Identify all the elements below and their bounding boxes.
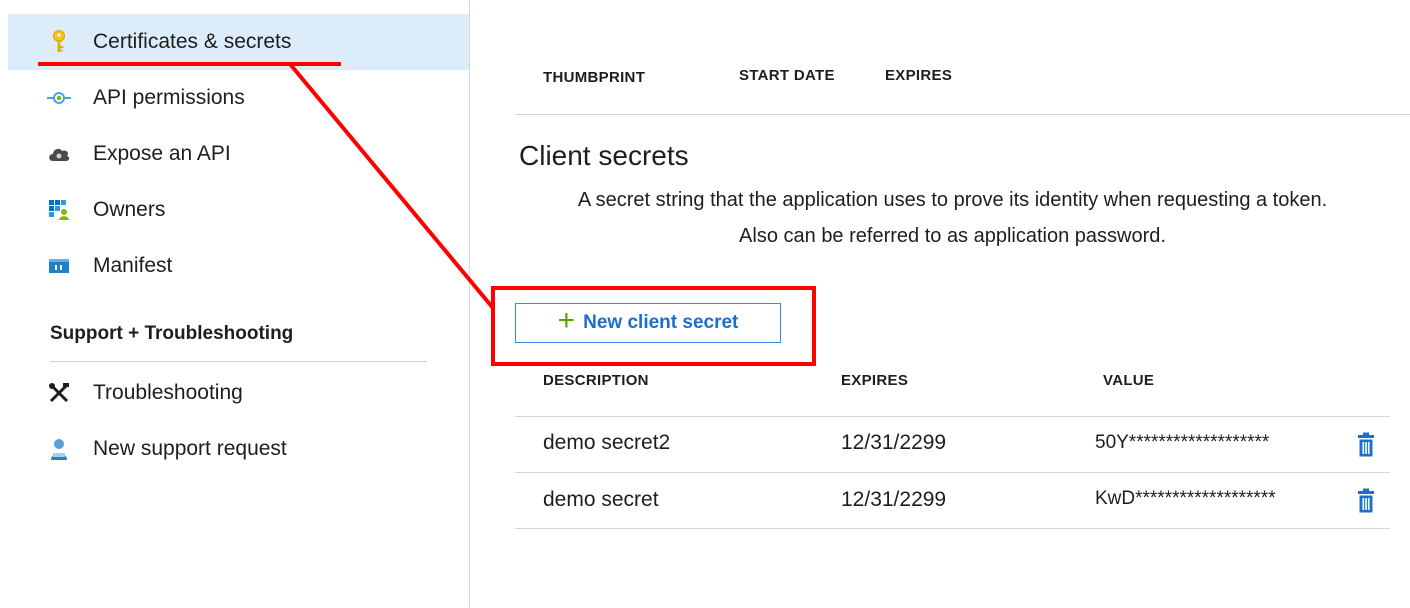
divider: [515, 114, 1410, 115]
secret-value: KwD*******************: [1095, 488, 1276, 509]
sidebar-item-troubleshooting[interactable]: Troubleshooting: [8, 365, 470, 421]
sidebar-item-owners[interactable]: Owners: [8, 182, 470, 238]
section-title: Client secrets: [519, 140, 689, 171]
secret-value: 50Y*******************: [1095, 432, 1270, 453]
manifest-icon: [46, 253, 72, 279]
section-description: A secret string that the application use…: [515, 182, 1390, 254]
trash-icon[interactable]: [1355, 432, 1377, 458]
sidebar-item-new-support-request[interactable]: New support request: [8, 421, 470, 477]
description-line: Also can be referred to as application p…: [739, 225, 1166, 247]
column-header-expires[interactable]: EXPIRES: [885, 67, 952, 84]
owners-icon: [46, 197, 72, 223]
divider: [515, 472, 1390, 473]
tools-icon: [46, 380, 72, 406]
secret-description: demo secret: [543, 488, 659, 511]
cloud-icon: [46, 141, 72, 167]
sidebar-item-expose-api[interactable]: Expose an API: [8, 126, 470, 182]
key-icon: [46, 29, 72, 55]
annotation-underline: [38, 62, 341, 66]
sidebar-item-label: Manifest: [93, 254, 173, 277]
divider: [515, 528, 1390, 529]
sidebar-item-label: Certificates & secrets: [93, 30, 292, 53]
sidebar: Certificates & secrets API permissions E…: [0, 0, 470, 608]
column-header-start-date[interactable]: START DATE: [739, 67, 835, 84]
sidebar-item-api-permissions[interactable]: API permissions: [8, 70, 470, 126]
sidebar-item-label: Troubleshooting: [93, 381, 243, 404]
support-section-header: Support + Troubleshooting: [50, 323, 294, 344]
support-person-icon: [46, 436, 72, 462]
annotation-highlight-box: [491, 286, 816, 366]
column-header-thumbprint[interactable]: THUMBPRINT: [543, 69, 645, 86]
column-header-value[interactable]: VALUE: [1103, 372, 1154, 389]
divider: [50, 361, 427, 362]
sidebar-divider: [469, 0, 470, 608]
secret-description: demo secret2: [543, 431, 671, 454]
secret-expires: 12/31/2299: [841, 431, 947, 454]
sidebar-item-label: API permissions: [93, 86, 245, 109]
column-header-description[interactable]: DESCRIPTION: [543, 372, 649, 389]
divider: [515, 416, 1390, 417]
sidebar-item-label: Owners: [93, 198, 166, 221]
api-permissions-icon: [46, 85, 72, 111]
column-header-expires[interactable]: EXPIRES: [841, 372, 908, 389]
sidebar-item-label: Expose an API: [93, 142, 231, 165]
sidebar-item-label: New support request: [93, 437, 287, 460]
description-line: A secret string that the application use…: [577, 189, 1328, 211]
secret-expires: 12/31/2299: [841, 488, 947, 511]
sidebar-item-manifest[interactable]: Manifest: [8, 238, 470, 294]
trash-icon[interactable]: [1355, 488, 1377, 514]
